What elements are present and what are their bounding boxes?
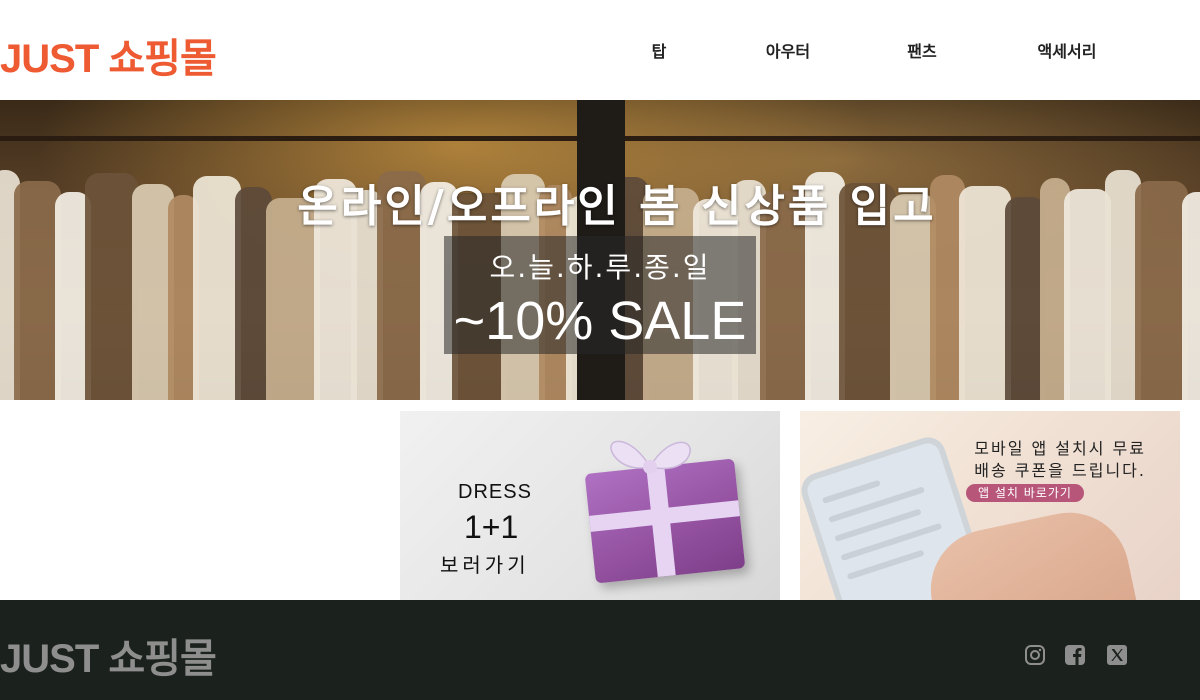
gift-bow-icon bbox=[610, 440, 691, 474]
nav-item-accessories[interactable]: 액세서리 bbox=[1038, 38, 1097, 62]
x-twitter-icon[interactable] bbox=[1106, 644, 1128, 666]
site-header: JUST 쇼핑몰 탑 아우터 팬츠 액세서리 bbox=[0, 0, 1200, 100]
promo-dress-link[interactable]: 보러가기 bbox=[440, 549, 530, 578]
promo-dress-offer: 1+1 bbox=[464, 509, 519, 545]
facebook-icon[interactable] bbox=[1064, 644, 1086, 666]
site-logo[interactable]: JUST 쇼핑몰 bbox=[0, 26, 217, 84]
hero-sale-box: 오.늘.하.루.종.일 ~10% SALE bbox=[444, 236, 756, 354]
promo-dress-label: DRESS bbox=[458, 481, 532, 503]
nav-item-outer[interactable]: 아우터 bbox=[766, 38, 810, 62]
screen-line bbox=[821, 479, 881, 504]
promo-app-card[interactable]: 모바일 앱 설치시 무료 배송 쿠폰을 드립니다. 앱 설치 바로가기 bbox=[800, 411, 1180, 600]
nav-item-pants[interactable]: 팬츠 bbox=[907, 38, 936, 62]
site-footer: JUST 쇼핑몰 bbox=[0, 600, 1200, 700]
hero-subtitle: 오.늘.하.루.종.일 bbox=[489, 251, 711, 284]
promo-dress-card[interactable]: DRESS 1+1 보러가기 bbox=[400, 411, 780, 600]
app-install-button[interactable]: 앱 설치 바로가기 bbox=[966, 484, 1084, 502]
promo-app-line1: 모바일 앱 설치시 무료 bbox=[974, 439, 1146, 458]
promo-app-line2: 배송 쿠폰을 드립니다. bbox=[974, 461, 1146, 480]
hero-sale-text: ~10% SALE bbox=[453, 291, 747, 351]
hero-title: 온라인/오프라인 봄 신상품 입고 bbox=[297, 181, 937, 232]
nav-item-top[interactable]: 탑 bbox=[652, 38, 667, 62]
hero-banner[interactable]: 온라인/오프라인 봄 신상품 입고 오.늘.하.루.종.일 ~10% SALE bbox=[0, 100, 1200, 400]
instagram-icon[interactable] bbox=[1024, 644, 1046, 666]
footer-logo[interactable]: JUST 쇼핑몰 bbox=[0, 626, 217, 684]
